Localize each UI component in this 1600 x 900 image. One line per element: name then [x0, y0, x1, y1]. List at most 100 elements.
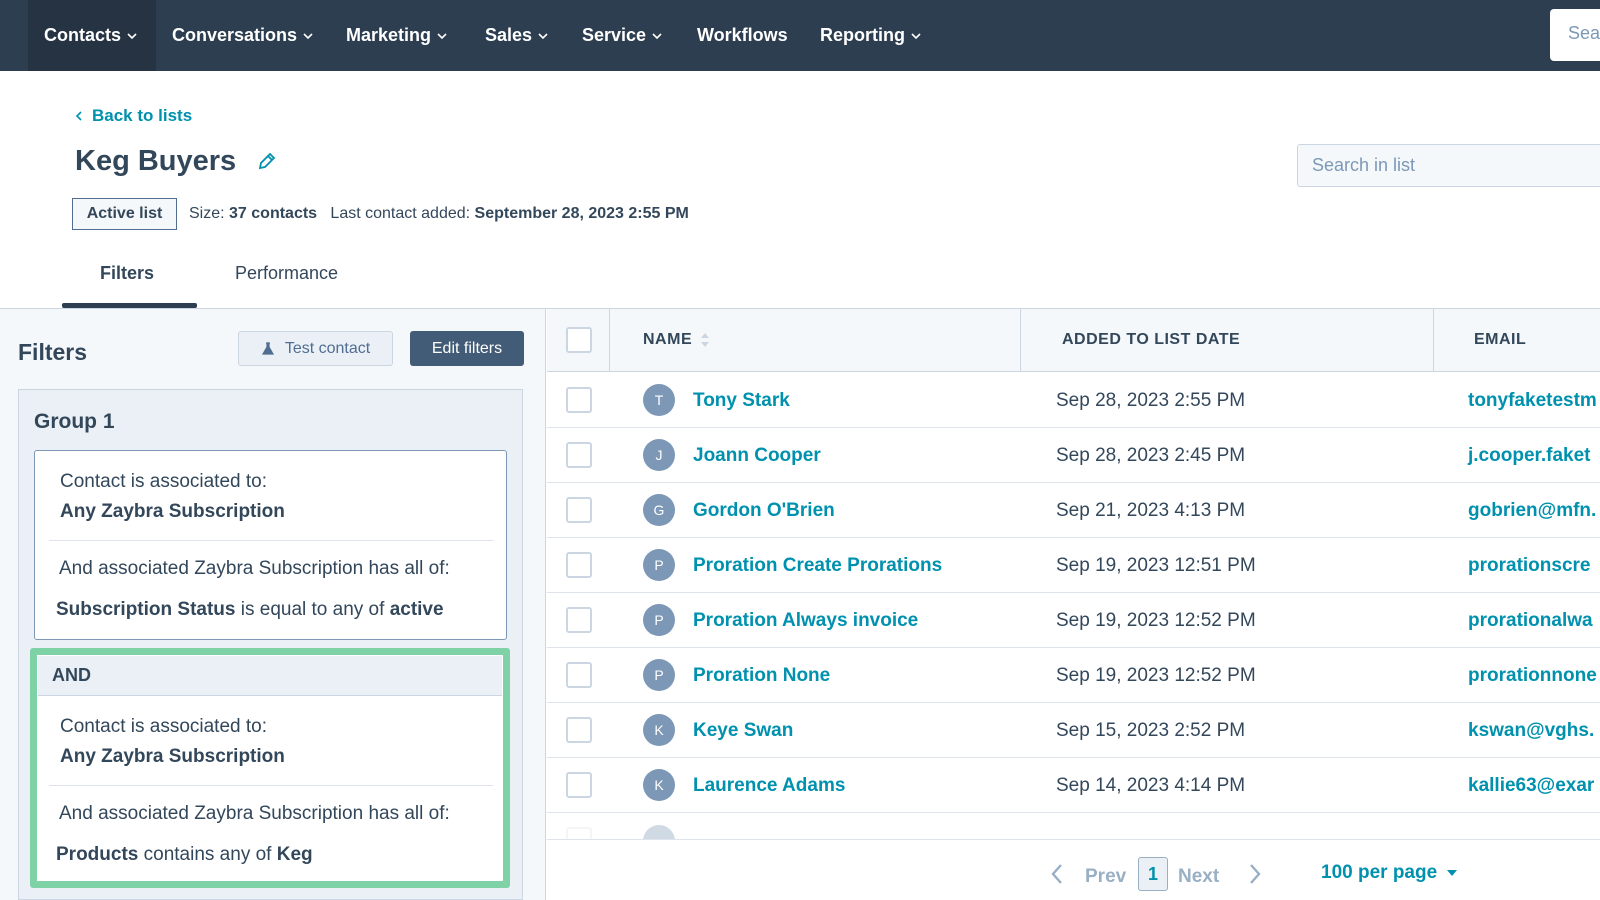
table-row[interactable]: P Proration Always invoice Sep 19, 2023 … — [547, 593, 1600, 648]
column-separator — [1433, 309, 1434, 372]
contact-name-link[interactable]: Proration None — [693, 665, 830, 687]
assoc-object: Any Zaybra Subscription — [60, 501, 285, 523]
column-header-name[interactable]: NAME — [643, 331, 692, 349]
row-checkbox[interactable] — [566, 607, 592, 633]
row-checkbox[interactable] — [566, 497, 592, 523]
last-added-prefix: Last contact added: — [330, 205, 471, 222]
avatar: P — [643, 659, 675, 691]
row-checkbox[interactable] — [566, 717, 592, 743]
contact-name-link[interactable]: Joann Cooper — [693, 445, 821, 467]
table-row[interactable]: K Laurence Adams Sep 14, 2023 4:14 PM ka… — [547, 758, 1600, 813]
row-checkbox[interactable] — [566, 552, 592, 578]
chevron-down-icon — [538, 32, 548, 39]
email-link[interactable]: tonyfaketestm — [1468, 390, 1597, 412]
prev-page-button[interactable]: Prev — [1085, 866, 1126, 888]
test-contact-label: Test contact — [284, 339, 371, 357]
column-separator — [609, 309, 610, 372]
email-link[interactable]: kswan@vghs. — [1468, 720, 1594, 742]
caret-down-icon — [1447, 870, 1458, 876]
card-divider — [49, 540, 493, 541]
nav-item-service[interactable]: Service — [582, 0, 662, 71]
card-divider — [49, 785, 493, 786]
list-meta: Size: 37 contacts Last contact added: Se… — [189, 205, 689, 223]
row-checkbox[interactable] — [566, 662, 592, 688]
nav-item-sales[interactable]: Sales — [485, 0, 548, 71]
table-row[interactable]: K Keye Swan Sep 15, 2023 2:52 PM kswan@v… — [547, 703, 1600, 758]
chevron-right-icon[interactable] — [1248, 862, 1262, 886]
nav-item-label: Conversations — [172, 25, 298, 45]
avatar: K — [643, 714, 675, 746]
nav-item-workflows[interactable]: Workflows — [697, 0, 788, 71]
nav-item-label: Reporting — [820, 25, 905, 45]
table-row[interactable]: P Proration None Sep 19, 2023 12:52 PM p… — [547, 648, 1600, 703]
row-checkbox[interactable] — [566, 772, 592, 798]
partially-hidden-row — [547, 823, 1600, 839]
nav-item-label: Contacts — [44, 25, 122, 45]
email-link[interactable]: kallie63@exar — [1468, 775, 1594, 797]
contact-name-link[interactable]: Keye Swan — [693, 720, 793, 742]
row-checkbox — [566, 827, 592, 839]
chevron-left-icon — [75, 111, 82, 121]
contact-name-link[interactable]: Proration Create Prorations — [693, 555, 942, 577]
assoc-object: Any Zaybra Subscription — [60, 746, 285, 768]
global-search-input[interactable]: Sea — [1550, 9, 1600, 61]
select-all-checkbox[interactable] — [566, 327, 592, 353]
list-type-badge: Active list — [72, 198, 177, 230]
size-prefix: Size: — [189, 205, 225, 222]
and-label: AND — [52, 665, 91, 685]
avatar: P — [643, 549, 675, 581]
avatar: K — [643, 769, 675, 801]
email-link[interactable]: prorationalwa — [1468, 610, 1593, 632]
page-title: Keg Buyers — [75, 145, 237, 177]
criteria-line: And associated Zaybra Subscription has a… — [59, 558, 450, 579]
current-page-button[interactable]: 1 — [1138, 857, 1168, 891]
row-checkbox[interactable] — [566, 387, 592, 413]
contact-name-link[interactable]: Proration Always invoice — [693, 610, 918, 632]
nav-item-marketing[interactable]: Marketing — [346, 0, 447, 71]
contact-name-link[interactable]: Tony Stark — [693, 390, 790, 412]
table-row[interactable]: T Tony Stark Sep 28, 2023 2:55 PM tonyfa… — [547, 373, 1600, 428]
back-to-lists-link[interactable]: Back to lists — [74, 106, 192, 126]
chevron-down-icon — [127, 32, 137, 39]
search-in-list-input[interactable]: Search in list — [1297, 144, 1600, 187]
criteria-value: Keg — [276, 844, 313, 865]
criteria-line: And associated Zaybra Subscription has a… — [59, 803, 450, 824]
table-row[interactable]: P Proration Create Prorations Sep 19, 20… — [547, 538, 1600, 593]
nav-item-conversations[interactable]: Conversations — [172, 0, 313, 71]
back-link-label: Back to lists — [92, 106, 193, 125]
table-row[interactable]: G Gordon O'Brien Sep 21, 2023 4:13 PM go… — [547, 483, 1600, 538]
chevron-down-icon — [437, 32, 447, 39]
last-added-value: September 28, 2023 2:55 PM — [474, 205, 689, 222]
criteria-operator: contains any of — [143, 844, 272, 865]
table-row[interactable]: J Joann Cooper Sep 28, 2023 2:45 PM j.co… — [547, 428, 1600, 483]
email-link[interactable]: gobrien@mfn. — [1468, 500, 1596, 522]
assoc-line: Contact is associated to: — [60, 471, 267, 492]
filters-heading: Filters — [18, 339, 88, 365]
added-date: Sep 21, 2023 4:13 PM — [1056, 500, 1246, 521]
criteria-operator: is equal to any of — [240, 599, 385, 620]
column-header-email[interactable]: EMAIL — [1474, 331, 1526, 349]
row-checkbox[interactable] — [566, 442, 592, 468]
nav-item-reporting[interactable]: Reporting — [820, 0, 921, 71]
edit-filters-button[interactable]: Edit filters — [410, 331, 524, 366]
contact-name-link[interactable]: Gordon O'Brien — [693, 500, 835, 522]
flask-icon — [261, 341, 274, 355]
per-page-dropdown[interactable]: 100 per page — [1321, 862, 1458, 884]
criteria-property: Products — [56, 844, 139, 865]
test-contact-button[interactable]: Test contact — [238, 331, 393, 366]
and-header — [38, 656, 502, 696]
tab-filters[interactable]: Filters — [100, 263, 154, 284]
pencil-icon[interactable] — [256, 150, 278, 172]
email-link[interactable]: prorationscre — [1468, 555, 1590, 577]
chevron-left-icon[interactable] — [1050, 862, 1064, 886]
chevron-down-icon — [652, 32, 662, 39]
next-page-button[interactable]: Next — [1178, 866, 1219, 888]
sort-icon[interactable] — [699, 329, 711, 351]
email-link[interactable]: prorationnone — [1468, 665, 1597, 687]
column-header-added-date[interactable]: ADDED TO LIST DATE — [1062, 331, 1240, 349]
email-link[interactable]: j.cooper.faket — [1468, 445, 1591, 467]
contact-name-link[interactable]: Laurence Adams — [693, 775, 845, 797]
nav-item-label: Service — [582, 25, 647, 45]
nav-item-contacts[interactable]: Contacts — [28, 0, 156, 71]
tab-performance[interactable]: Performance — [235, 263, 338, 284]
